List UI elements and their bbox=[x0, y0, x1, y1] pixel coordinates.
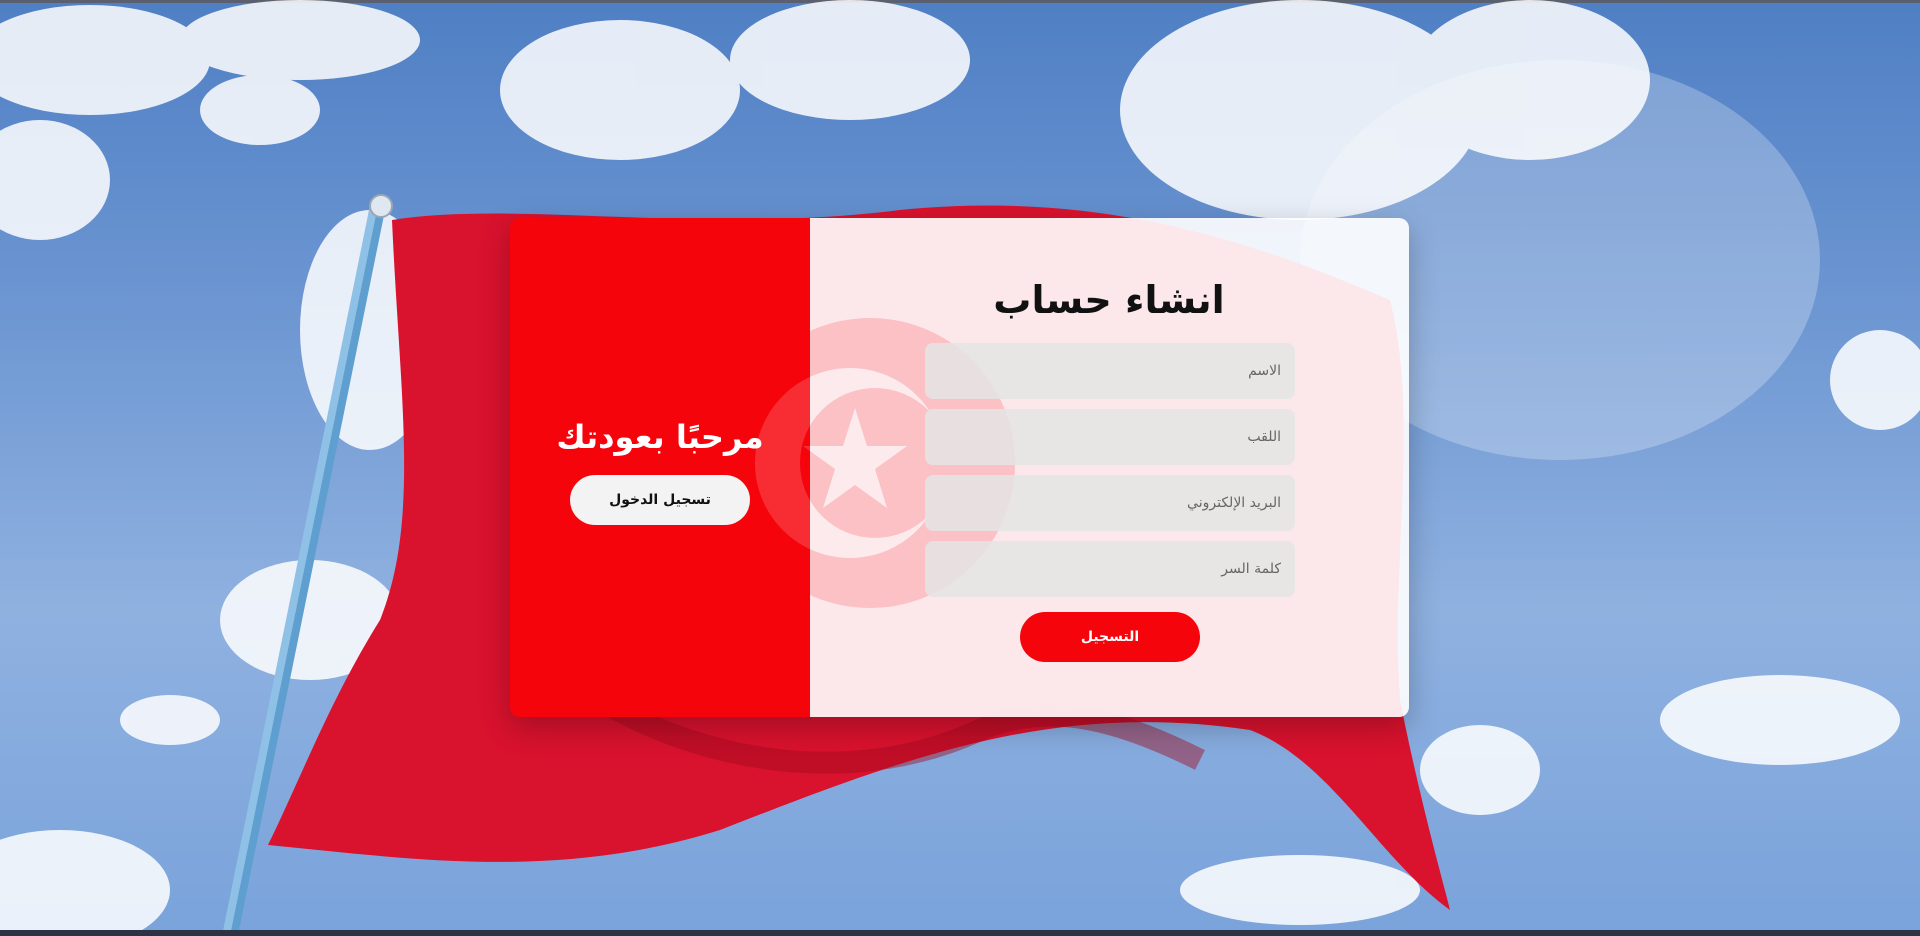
surname-input[interactable] bbox=[925, 409, 1295, 465]
bottom-border bbox=[0, 930, 1920, 936]
email-input[interactable] bbox=[925, 475, 1295, 531]
create-account-heading: انشاء حساب bbox=[993, 278, 1225, 322]
page-viewport: مرحبًا بعودتك تسجيل الدخول انشاء حساب ال… bbox=[0, 0, 1920, 936]
welcome-back-heading: مرحبًا بعودتك bbox=[556, 418, 764, 456]
password-input[interactable] bbox=[925, 541, 1295, 597]
name-input[interactable] bbox=[925, 343, 1295, 399]
register-button[interactable]: التسجيل bbox=[1020, 612, 1200, 662]
login-button[interactable]: تسجيل الدخول bbox=[570, 475, 750, 525]
auth-card: مرحبًا بعودتك تسجيل الدخول انشاء حساب ال… bbox=[510, 218, 1409, 717]
